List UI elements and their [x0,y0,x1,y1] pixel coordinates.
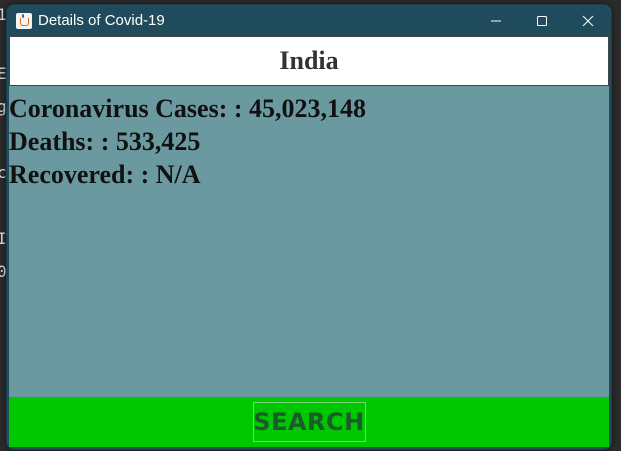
maximize-icon [537,15,547,26]
cases-stat: Coronavirus Cases: : 45,023,148 [9,94,367,123]
stats-panel: Coronavirus Cases: : 45,023,148 Deaths: … [9,92,609,191]
maximize-button[interactable] [519,5,565,36]
search-button[interactable]: SEARCH [252,402,366,442]
title-bar[interactable]: Details of Covid-19 [7,5,611,36]
content-panel: India Coronavirus Cases: : 45,023,148 De… [9,36,609,447]
recovered-stat: Recovered: : N/A [9,160,201,189]
deaths-stat: Deaths: : 533,425 [9,127,201,156]
java-app-icon [16,12,32,29]
minimize-icon [491,20,501,21]
window-controls [473,5,611,36]
search-bar: SEARCH [9,397,609,447]
window-title: Details of Covid-19 [38,12,165,29]
country-name-label: India [9,36,609,86]
close-icon [582,15,594,26]
close-button[interactable] [565,5,611,36]
covid-details-window: Details of Covid-19 India Coronavirus Ca… [6,4,612,450]
minimize-button[interactable] [473,5,519,36]
